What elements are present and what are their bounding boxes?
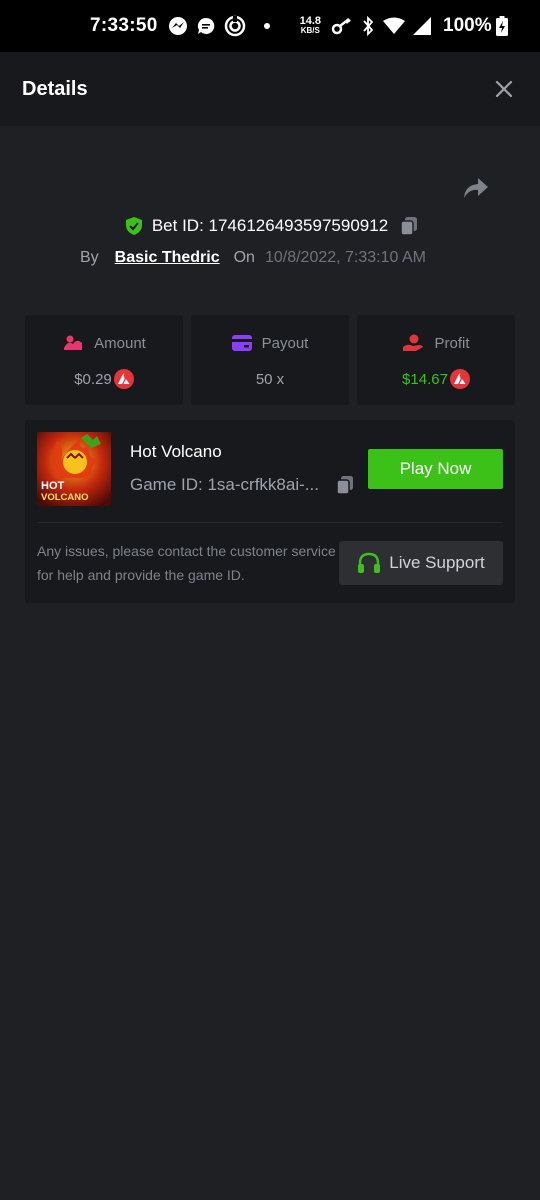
stat-value: $14.67 xyxy=(402,370,448,388)
help-text: Any issues, please contact the customer … xyxy=(37,543,336,583)
avax-coin-icon xyxy=(449,369,470,389)
status-bar: 7:33:50 14.8 KB/S 100% xyxy=(0,0,540,52)
signal-icon xyxy=(413,17,432,35)
game-id-row: Game ID: 1sa-crfkk8ai-... xyxy=(130,474,356,496)
close-icon xyxy=(495,80,513,98)
net-speed-value: 14.8 xyxy=(299,15,322,27)
profit-hand-icon xyxy=(403,334,424,351)
stat-card-payout: Payout 50 x xyxy=(191,315,349,405)
live-support-button[interactable]: Live Support xyxy=(339,541,503,585)
sync-icon xyxy=(224,15,246,37)
net-speed-unit: KB/S xyxy=(300,26,320,35)
wifi-icon xyxy=(383,17,406,35)
user-link[interactable]: Basic Thedric xyxy=(115,249,220,267)
key-icon xyxy=(331,16,353,36)
bet-meta-row: By Basic Thedric On 10/8/2022, 7:33:10 A… xyxy=(80,246,426,270)
stat-label: Profit xyxy=(434,334,470,352)
stats-row: Amount $0.29 Payout 50 x Profit $14.67 xyxy=(25,315,515,405)
copy-game-id-button[interactable] xyxy=(334,474,356,496)
messenger-icon xyxy=(168,16,188,36)
divider xyxy=(37,522,503,523)
thumb-text-line2: VOLCANO xyxy=(41,492,89,503)
headset-icon xyxy=(358,552,381,573)
stat-value: 50 x xyxy=(255,370,285,388)
stat-label: Amount xyxy=(94,334,146,352)
game-title: Hot Volcano xyxy=(130,442,222,461)
battery-charging-icon xyxy=(495,16,508,36)
on-label: On xyxy=(233,249,255,266)
stat-card-amount: Amount $0.29 xyxy=(25,315,183,405)
game-id: Game ID: 1sa-crfkk8ai-... xyxy=(130,475,319,494)
by-label: By xyxy=(80,249,99,266)
bet-id-row: Bet ID: 1746126493597590912 xyxy=(0,212,540,240)
chat-icon xyxy=(196,16,216,36)
stat-card-profit: Profit $14.67 xyxy=(357,315,515,405)
bet-id: Bet ID: 1746126493597590912 xyxy=(151,216,389,235)
amount-icon xyxy=(64,335,83,350)
details-header: Details xyxy=(0,52,540,126)
page-title: Details xyxy=(22,77,88,100)
close-button[interactable] xyxy=(492,77,516,101)
play-now-button[interactable]: Play Now xyxy=(368,449,503,489)
hot-volcano-thumbnail-image: HOT VOLCANO xyxy=(37,432,111,506)
share-icon xyxy=(464,178,488,198)
avax-coin-icon xyxy=(113,369,134,389)
verified-shield-icon xyxy=(125,217,142,235)
copy-icon xyxy=(336,476,353,495)
share-button[interactable] xyxy=(462,176,490,200)
status-time: 7:33:50 xyxy=(90,15,158,36)
copy-icon xyxy=(400,217,418,236)
stat-value: $0.29 xyxy=(74,370,112,388)
battery-percent: 100% xyxy=(443,15,492,36)
net-speed: 14.8 KB/S xyxy=(299,15,322,36)
game-thumbnail[interactable]: HOT VOLCANO xyxy=(37,432,111,506)
stat-label: Payout xyxy=(261,334,309,352)
game-card: HOT VOLCANO Hot Volcano Game ID: 1sa-crf… xyxy=(25,420,515,603)
copy-bet-id-button[interactable] xyxy=(398,215,420,237)
live-support-label: Live Support xyxy=(389,553,485,572)
thumb-text-line1: HOT xyxy=(41,480,65,492)
notification-dot xyxy=(263,23,270,29)
bluetooth-icon xyxy=(361,16,375,36)
bet-date: 10/8/2022, 7:33:10 AM xyxy=(264,249,426,266)
payout-card-icon xyxy=(231,335,252,351)
